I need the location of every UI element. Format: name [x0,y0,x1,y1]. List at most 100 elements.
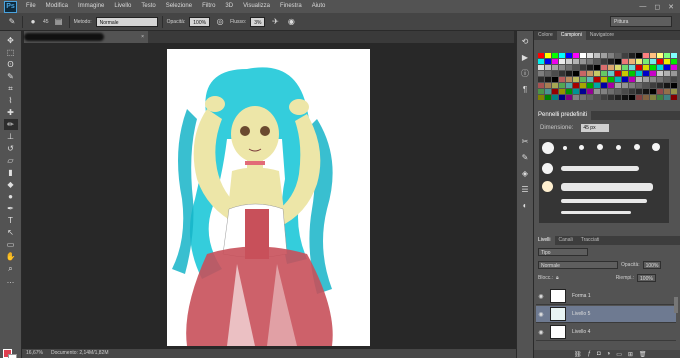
zoom-level[interactable]: 16,67% [26,349,43,358]
layer-opacity-input[interactable]: 100% [642,261,662,269]
color-swatch[interactable] [643,59,649,64]
tab-navigatore[interactable]: Navigatore [586,31,618,40]
color-swatch[interactable] [559,71,565,76]
color-swatch[interactable] [615,59,621,64]
color-swatch[interactable] [587,95,593,100]
color-swatch[interactable] [573,59,579,64]
color-swatch[interactable] [545,95,551,100]
color-swatch[interactable] [622,95,628,100]
menu-aiuto[interactable]: Aiuto [307,0,331,13]
color-swatch[interactable] [650,71,656,76]
color-swatch[interactable] [622,83,628,88]
color-swatch[interactable] [594,71,600,76]
history-brush-tool-icon[interactable]: ↺ [4,143,18,154]
brush-tool-icon[interactable]: ✏ [3,119,18,130]
brush-tip-small[interactable] [563,146,567,150]
color-swatch[interactable] [573,89,579,94]
color-swatch[interactable] [559,89,565,94]
color-swatch[interactable] [601,83,607,88]
clone-stamp-tool-icon[interactable]: ⊥ [4,131,18,142]
color-swatch[interactable] [643,71,649,76]
color-swatch[interactable] [594,65,600,70]
color-swatch[interactable] [664,59,670,64]
zoom-tool-icon[interactable]: ⌕ [4,263,18,274]
color-swatch[interactable] [664,65,670,70]
color-swatch[interactable] [664,95,670,100]
color-swatch[interactable] [538,59,544,64]
color-swatch[interactable] [636,83,642,88]
brush-tip-hard[interactable] [542,142,554,154]
color-swatch[interactable] [636,95,642,100]
opacity-input[interactable]: 100% [189,16,211,27]
healing-tool-icon[interactable]: ✚ [4,107,18,118]
color-swatch[interactable] [664,89,670,94]
menu-modifica[interactable]: Modifica [41,0,73,13]
color-swatch[interactable] [608,53,614,58]
color-swatch[interactable] [636,65,642,70]
color-swatch[interactable] [671,89,677,94]
color-swatch[interactable] [650,59,656,64]
color-swatch[interactable] [573,77,579,82]
color-swatch[interactable] [608,77,614,82]
color-swatch[interactable] [671,59,677,64]
brush-tip-selected[interactable] [542,181,553,192]
color-swatch[interactable] [629,59,635,64]
minimize-button[interactable]: — [639,3,646,11]
new-layer-icon[interactable]: ⊞ [628,351,633,358]
color-swatch[interactable] [587,53,593,58]
layer-row[interactable]: ◉ Livello 4 [536,324,676,341]
color-swatch[interactable] [629,65,635,70]
menu-livello[interactable]: Livello [109,0,136,13]
color-swatch[interactable] [538,53,544,58]
color-swatch[interactable] [601,53,607,58]
color-swatch[interactable] [629,53,635,58]
brush-panel-icon[interactable]: ✎ [519,151,531,163]
color-swatch[interactable] [587,89,593,94]
pen-tool-icon[interactable]: ✒ [4,203,18,214]
brush-tip-round[interactable] [616,145,621,150]
color-swatch[interactable] [594,83,600,88]
color-swatch[interactable] [587,65,593,70]
brush-tip-soft-round[interactable] [542,163,553,174]
lasso-tool-icon[interactable]: ʘ [4,59,18,70]
color-swatch[interactable] [615,83,621,88]
blur-tool-icon[interactable]: ◆ [4,179,18,190]
add-mask-icon[interactable]: ◘ [597,351,601,357]
color-swatch[interactable] [650,95,656,100]
color-swatch[interactable] [671,95,677,100]
color-swatch[interactable] [545,83,551,88]
color-swatch[interactable] [664,83,670,88]
color-swatch[interactable] [629,89,635,94]
color-swatch[interactable] [622,89,628,94]
type-tool-icon[interactable]: T [4,215,18,226]
color-swatch[interactable] [643,65,649,70]
layer-style-icon[interactable]: ƒ [588,351,591,357]
color-swatch[interactable] [629,83,635,88]
color-swatch[interactable] [559,77,565,82]
background-color-swatch[interactable] [8,354,17,358]
color-swatch[interactable] [650,83,656,88]
color-swatch[interactable] [629,71,635,76]
color-swatch[interactable] [538,65,544,70]
layer-filter-select[interactable]: Tipo [538,248,588,256]
color-swatch[interactable] [545,65,551,70]
color-swatch[interactable] [594,89,600,94]
tab-campioni[interactable]: Campioni [556,31,586,40]
color-swatch[interactable] [671,77,677,82]
brush-panel-toggle-icon[interactable]: ▤ [53,16,65,28]
brush-tip-soft[interactable] [597,144,603,150]
color-swatch[interactable] [573,53,579,58]
document-tab[interactable]: × [24,31,148,43]
color-swatch[interactable] [622,59,628,64]
tab-livelli[interactable]: Livelli [534,236,555,245]
color-swatch[interactable] [608,59,614,64]
color-swatch[interactable] [566,65,572,70]
color-swatch[interactable] [657,59,663,64]
color-swatch[interactable] [538,83,544,88]
delete-layer-icon[interactable]: 🗑︎ [639,351,647,358]
color-swatch[interactable] [636,89,642,94]
paragraph-icon[interactable]: ¶ [519,83,531,95]
color-swatch[interactable] [615,95,621,100]
menu-3d[interactable]: 3D [220,0,238,13]
close-tab-icon[interactable]: × [141,31,144,43]
